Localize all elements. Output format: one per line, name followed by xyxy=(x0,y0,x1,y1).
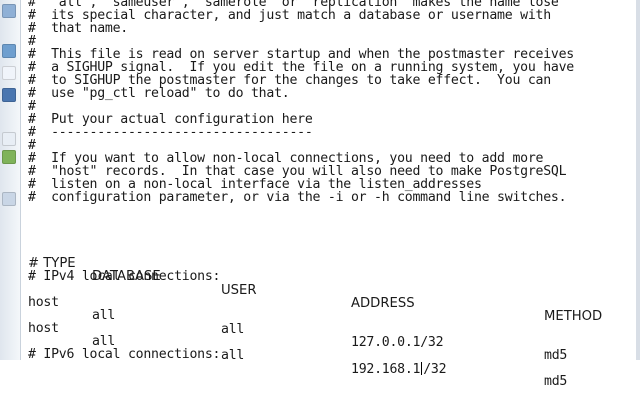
ipv4-comment: # IPv4 local connections: xyxy=(28,269,221,284)
text-cursor xyxy=(421,361,423,375)
text-editor-area[interactable]: # "all", "sameuser", "samerole" or "repl… xyxy=(28,0,632,388)
row-address-part: 192.168.1 xyxy=(351,361,421,377)
row-address: 192.168.1/32 xyxy=(351,361,447,377)
app-icon-3[interactable] xyxy=(2,88,16,102)
app-icon-4[interactable] xyxy=(2,132,16,146)
desktop-taskbar-strip xyxy=(0,0,21,360)
row-method: md5 xyxy=(544,374,568,390)
comment-line: # that name. xyxy=(28,21,128,36)
comment-line: # ---------------------------------- xyxy=(28,125,313,140)
comment-line: # configuration parameter, or via the -i… xyxy=(28,190,567,205)
row-type: host xyxy=(28,321,59,337)
row-address-part: /32 xyxy=(423,361,447,377)
comment-line: # use "pg_ctl reload" to do that. xyxy=(28,86,290,101)
app-icon-1[interactable] xyxy=(2,4,16,18)
ipv6-comment: # IPv6 local connections: xyxy=(28,347,221,362)
app-icon-5[interactable] xyxy=(2,192,16,206)
app-icon-2[interactable] xyxy=(2,44,16,58)
music-note-icon[interactable] xyxy=(2,66,16,80)
windows-logo-icon[interactable] xyxy=(2,150,16,164)
window-right-edge xyxy=(636,0,640,360)
row-type: host xyxy=(28,295,59,311)
